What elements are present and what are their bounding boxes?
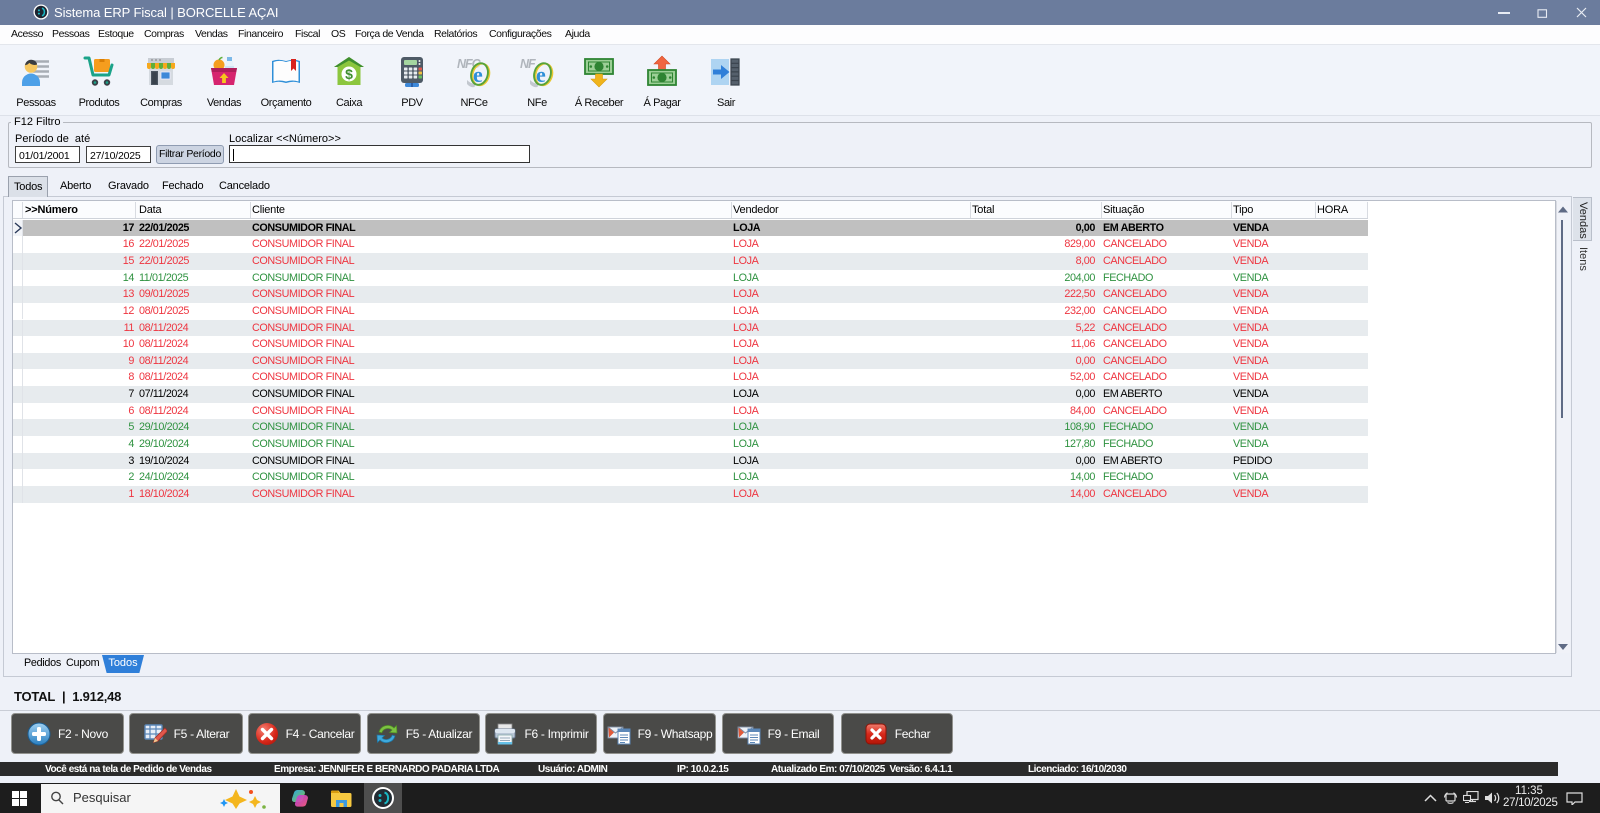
svg-text:e: e [473,62,483,87]
svg-text:e: e [536,62,546,87]
svg-text:$: $ [345,66,353,82]
svg-text:NF: NF [520,57,536,71]
